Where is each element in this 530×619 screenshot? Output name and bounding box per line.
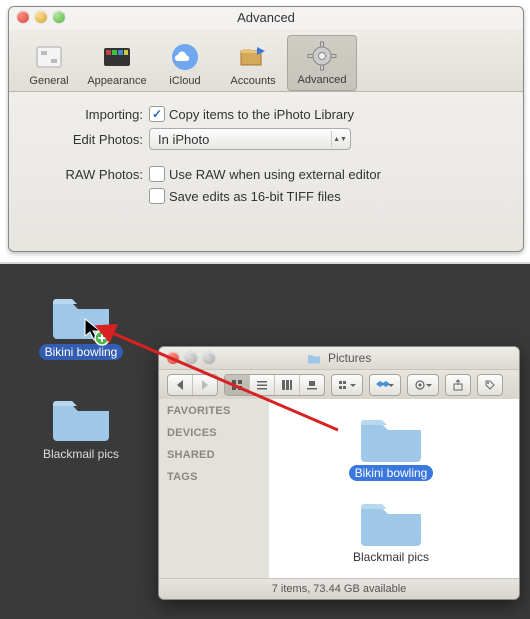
edit-photos-popup[interactable]: In iPhoto ▲▼ [149, 128, 351, 150]
view-list-button[interactable] [250, 375, 275, 395]
folder-icon [358, 413, 424, 463]
finder-title: Pictures [328, 351, 371, 365]
finder-status-bar: 7 items, 73.44 GB available [159, 578, 519, 599]
zoom-button[interactable] [203, 352, 215, 364]
prefs-toolbar: General Appearance iCloud Accounts [9, 29, 523, 92]
dropped-folder-label: Blackmail pics [37, 446, 125, 462]
finder-item-label: Bikini bowling [349, 465, 434, 481]
copy-items-label: Copy items to the iPhoto Library [169, 107, 354, 122]
dropped-folder-label: Bikini bowling [39, 344, 124, 360]
tab-accounts[interactable]: Accounts [219, 37, 287, 91]
save-tiff-checkbox[interactable] [149, 188, 165, 204]
window-title: Advanced [237, 10, 295, 25]
prefs-body: Importing: Copy items to the iPhoto Libr… [9, 92, 523, 224]
finder-sidebar: FAVORITES DEVICES SHARED TAGS [159, 399, 286, 579]
importing-label: Importing: [39, 107, 149, 122]
titlebar: Advanced [9, 7, 523, 29]
appearance-icon [101, 41, 133, 73]
folder-icon [50, 394, 112, 442]
gear-icon [306, 40, 338, 72]
forward-button[interactable] [193, 375, 217, 395]
chevron-updown-icon: ▲▼ [331, 131, 348, 147]
view-coverflow-button[interactable] [300, 375, 324, 395]
sidebar-heading-shared[interactable]: SHARED [167, 449, 277, 461]
action-menu[interactable] [407, 374, 439, 396]
folder-icon [50, 292, 112, 340]
use-raw-checkbox[interactable] [149, 166, 165, 182]
view-columns-button[interactable] [275, 375, 300, 395]
cloud-icon [169, 41, 201, 73]
folder-proxy-icon[interactable] [307, 349, 321, 361]
back-button[interactable] [168, 375, 193, 395]
tab-advanced[interactable]: Advanced [287, 35, 357, 91]
finder-titlebar: Pictures [159, 347, 519, 370]
finder-window: Pictures [158, 346, 520, 600]
tab-icloud[interactable]: iCloud [151, 37, 219, 91]
tab-appearance[interactable]: Appearance [83, 37, 151, 91]
view-icons-button[interactable] [225, 375, 250, 395]
copy-items-checkbox[interactable] [149, 106, 165, 122]
view-mode-group [224, 374, 325, 396]
share-button[interactable] [445, 374, 471, 396]
dropped-folder-bikini[interactable]: Bikini bowling [26, 292, 136, 360]
switch-icon [33, 41, 65, 73]
dropped-folder-blackmail[interactable]: Blackmail pics [26, 394, 136, 462]
save-tiff-label: Save edits as 16-bit TIFF files [169, 189, 341, 204]
minimize-button[interactable] [185, 352, 197, 364]
finder-toolbar [159, 370, 519, 401]
edit-photos-label: Edit Photos: [39, 132, 149, 147]
sidebar-heading-favorites[interactable]: FAVORITES [167, 405, 277, 417]
minimize-button[interactable] [35, 11, 47, 23]
close-button[interactable] [167, 352, 179, 364]
finder-item-label: Blackmail pics [347, 549, 435, 565]
accounts-icon [237, 41, 269, 73]
folder-icon [358, 497, 424, 547]
finder-item-bikini[interactable]: Bikini bowling [331, 413, 451, 481]
arrange-dropdown[interactable] [331, 374, 363, 396]
tab-general[interactable]: General [15, 37, 83, 91]
close-button[interactable] [17, 11, 29, 23]
raw-photos-label: RAW Photos: [39, 167, 149, 182]
preferences-window: Advanced General Appearance iCloud Accou… [8, 6, 524, 252]
sidebar-heading-devices[interactable]: DEVICES [167, 427, 277, 439]
zoom-button[interactable] [53, 11, 65, 23]
dropbox-button[interactable] [369, 374, 401, 396]
nav-back-forward [167, 374, 218, 396]
finder-content[interactable]: Bikini bowling Blackmail pics [269, 399, 519, 579]
tags-button[interactable] [477, 374, 503, 396]
sidebar-heading-tags[interactable]: TAGS [167, 471, 277, 483]
finder-item-blackmail[interactable]: Blackmail pics [331, 497, 451, 565]
use-raw-label: Use RAW when using external editor [169, 167, 381, 182]
